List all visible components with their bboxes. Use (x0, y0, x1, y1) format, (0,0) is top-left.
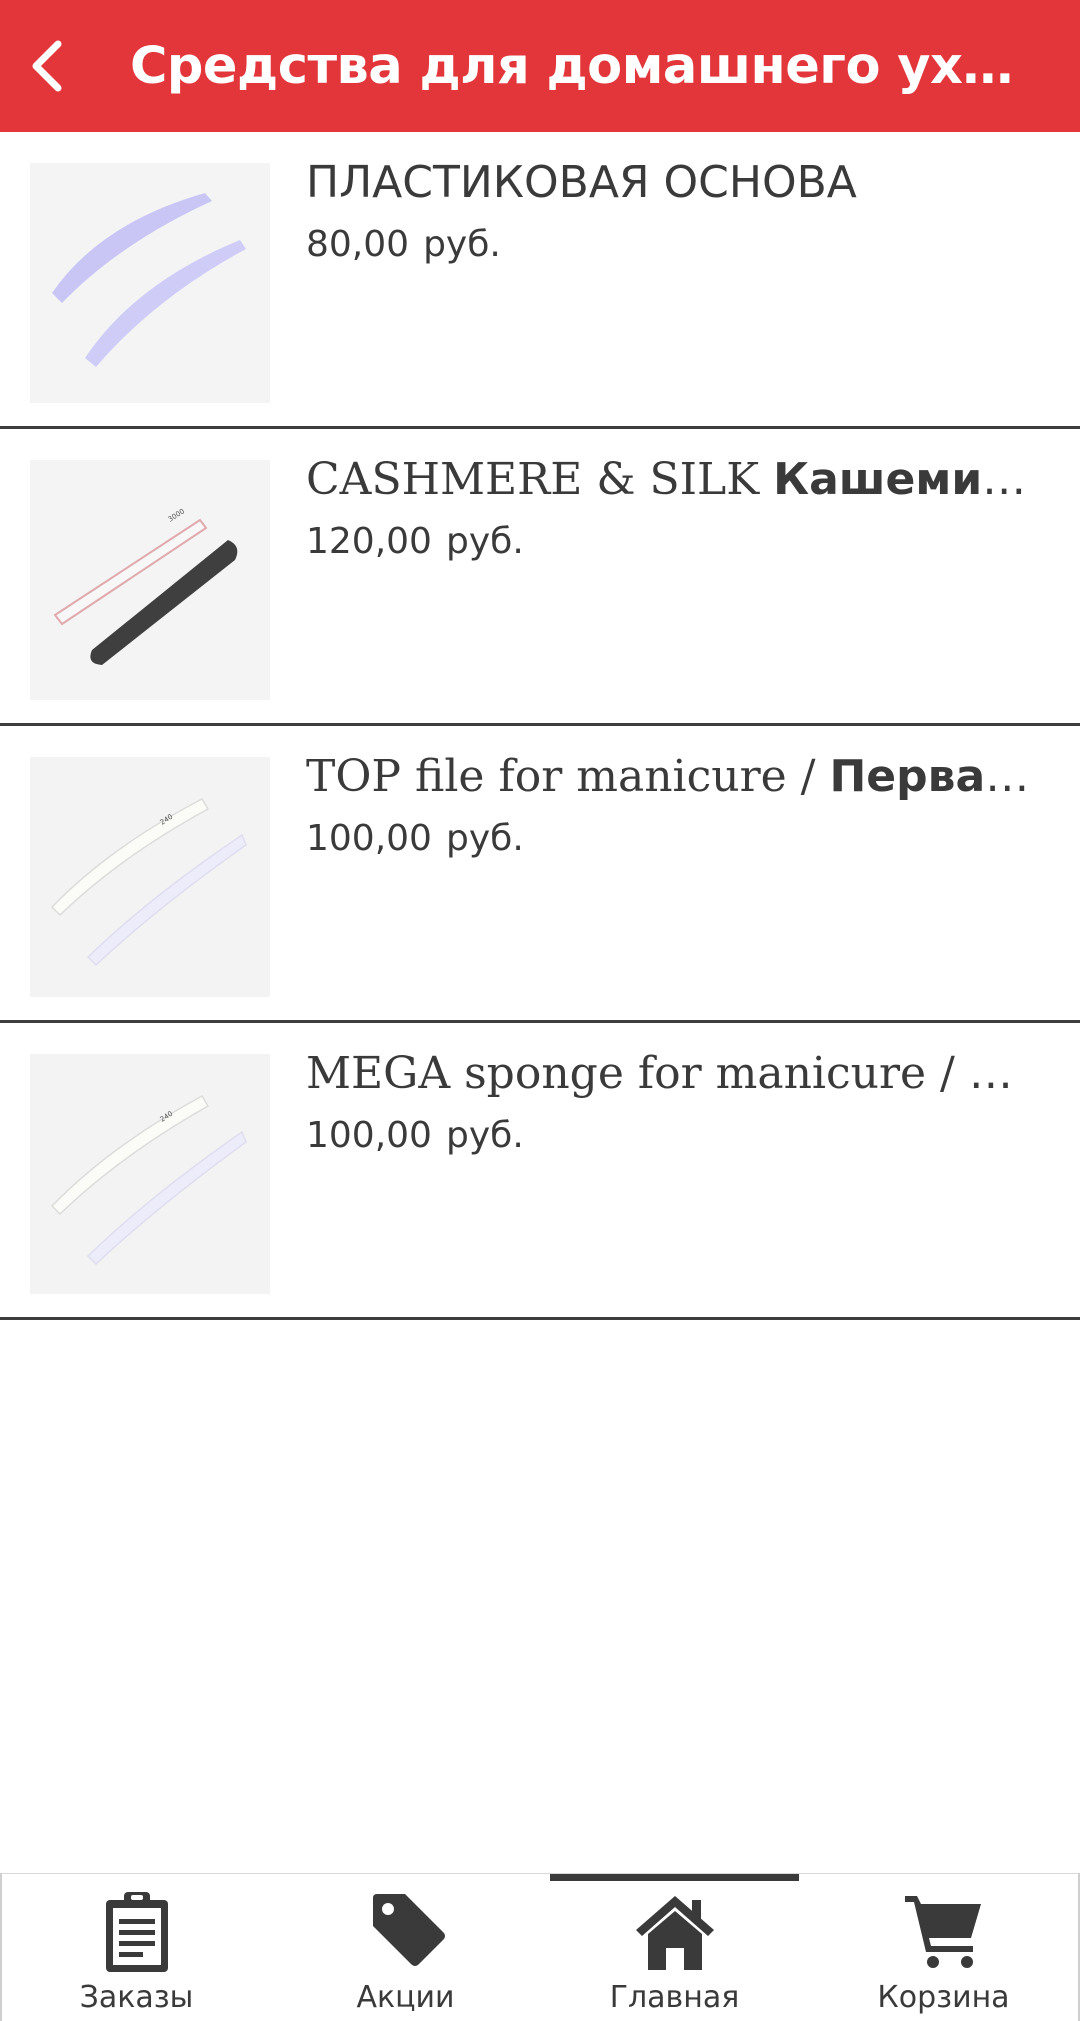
product-title: CASHMERE & SILK Кашемир и шелк (306, 454, 1050, 505)
product-price: 80,00 руб. (306, 224, 501, 265)
nav-label-promotions: Акции (356, 1980, 455, 2015)
active-tab-indicator (550, 1874, 799, 1881)
nav-tab-home[interactable]: Главная (540, 1874, 809, 2021)
page-title: Средства для домашнего ухода (130, 36, 1030, 96)
product-image: 3000 (30, 460, 270, 700)
home-icon (635, 1896, 714, 1970)
nav-tab-orders[interactable]: Заказы (2, 1874, 271, 2021)
product-title: TOP file for manicure / Первая пилка (306, 751, 1050, 802)
product-title: MEGA sponge for manicure / Мега баф (306, 1048, 1050, 1099)
nav-tab-promotions[interactable]: Акции (271, 1874, 540, 2021)
nav-label-home: Главная (609, 1980, 740, 2015)
tags-icon (372, 1894, 445, 1966)
cart-icon (904, 1896, 981, 1968)
back-button[interactable] (8, 0, 84, 132)
product-image: 240 (30, 1054, 270, 1294)
product-image (30, 163, 270, 403)
product-list: ПЛАСТИКОВАЯ ОСНОВА 80,00 руб. 3000 CASHME… (0, 132, 1080, 1320)
back-arrow-icon (32, 40, 62, 92)
product-item[interactable]: ПЛАСТИКОВАЯ ОСНОВА 80,00 руб. (0, 132, 1080, 429)
product-item[interactable]: 3000 CASHMERE & SILK Кашемир и шелк 120,… (0, 429, 1080, 726)
nav-label-cart: Корзина (877, 1980, 1010, 2015)
product-price: 120,00 руб. (306, 521, 524, 562)
clipboard-icon (105, 1892, 168, 1972)
app-screen: Средства для домашнего ухода ПЛАСТИКОВАЯ… (0, 0, 1080, 2021)
product-image: 240 (30, 757, 270, 997)
product-price: 100,00 руб. (306, 1115, 524, 1156)
app-header: Средства для домашнего ухода (0, 0, 1080, 132)
product-item[interactable]: 240 TOP file for manicure / Первая пилка… (0, 726, 1080, 1023)
product-item[interactable]: 240 MEGA sponge for manicure / Мега баф … (0, 1023, 1080, 1320)
bottom-navigation: Заказы Акции Главная Корзина (0, 1873, 1080, 2021)
product-title: ПЛАСТИКОВАЯ ОСНОВА (306, 157, 857, 208)
nav-tab-cart[interactable]: Корзина (809, 1874, 1078, 2021)
product-price: 100,00 руб. (306, 818, 524, 859)
nav-label-orders: Заказы (79, 1980, 194, 2015)
